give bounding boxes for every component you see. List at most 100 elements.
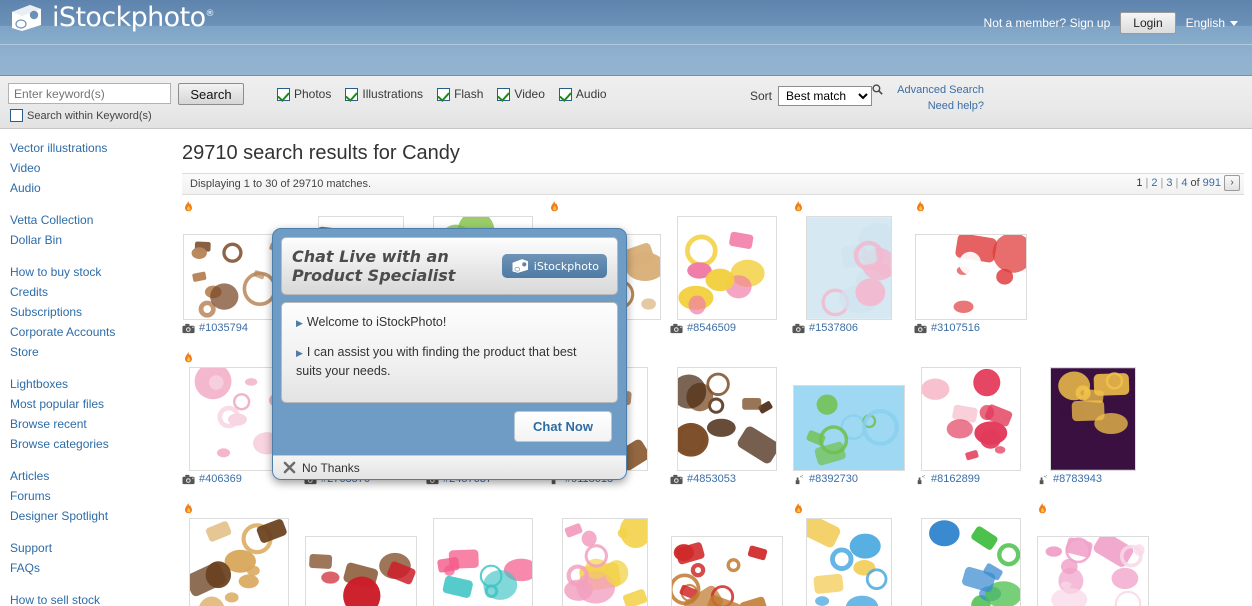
sidebar-item-faqs[interactable]: FAQs	[0, 558, 179, 578]
sidebar-item-articles[interactable]: Articles	[0, 466, 179, 486]
thumbnail-image[interactable]	[914, 234, 1027, 320]
sidebar-item-support[interactable]: Support	[0, 538, 179, 558]
sidebar-item-audio[interactable]: Audio	[0, 178, 179, 198]
thumbnail-id-link[interactable]: #1035794	[199, 322, 248, 334]
vector-pen-icon	[795, 474, 804, 484]
sidebar-item-designer-spotlight[interactable]: Designer Spotlight	[0, 506, 179, 526]
thumbnail-image[interactable]	[676, 367, 777, 471]
sidebar-item-subscriptions[interactable]: Subscriptions	[0, 302, 179, 322]
thumbnail-image[interactable]	[188, 518, 289, 606]
thumbnail-image-box[interactable]	[911, 503, 1030, 606]
search-within-checkbox[interactable]	[10, 109, 23, 122]
sort-select[interactable]: Best match	[778, 86, 873, 106]
thumbnail-image[interactable]	[805, 518, 892, 606]
thumbnail-id-link[interactable]: #4853053	[687, 473, 736, 485]
filter-illustrations[interactable]: Illustrations	[345, 87, 423, 101]
page-link-3[interactable]: 3	[1166, 177, 1172, 189]
thumbnail-image-box[interactable]	[911, 201, 1030, 320]
sidebar-item-browse-categories[interactable]: Browse categories	[0, 434, 179, 454]
filter-flash-label: Flash	[454, 87, 484, 101]
filter-audio[interactable]: Audio	[558, 87, 607, 101]
advanced-search-link[interactable]: Advanced Search	[897, 84, 984, 96]
checkbox-illustrations[interactable]	[345, 87, 359, 101]
thumbnail-image[interactable]	[920, 367, 1021, 471]
sidebar-item-most-popular-files[interactable]: Most popular files	[0, 394, 179, 414]
hot-flame-icon	[795, 201, 802, 212]
page-link-4[interactable]: 4	[1181, 177, 1187, 189]
thumbnail-image[interactable]	[561, 518, 648, 606]
site-logo[interactable]: iStockphoto®	[8, 2, 215, 33]
thumbnail-image[interactable]	[676, 216, 777, 320]
sidebar-item-store[interactable]: Store	[0, 342, 179, 362]
filter-flash[interactable]: Flash	[437, 87, 483, 101]
checkbox-audio[interactable]	[558, 87, 572, 101]
thumbnail-image[interactable]	[1049, 367, 1136, 471]
sidebar-item-lightboxes[interactable]: Lightboxes	[0, 374, 179, 394]
page-link-2[interactable]: 2	[1151, 177, 1157, 189]
thumbnail-cell: #8783943	[1033, 352, 1155, 503]
thumbnail-image-box[interactable]	[301, 503, 420, 606]
thumbnail-id-link[interactable]: #8392730	[809, 473, 858, 485]
thumbnail-cell: #8392730	[789, 352, 911, 503]
thumbnail-image-box[interactable]	[667, 201, 786, 320]
thumbnail-id-link[interactable]: #8783943	[1053, 473, 1102, 485]
thumbnail-id-link[interactable]: #8162899	[931, 473, 980, 485]
thumbnail-image[interactable]	[1036, 536, 1149, 606]
thumbnail-image-box[interactable]	[667, 503, 786, 606]
search-input[interactable]	[8, 83, 171, 104]
filter-photos[interactable]: Photos	[277, 87, 331, 101]
thumbnail-artwork	[921, 519, 1020, 606]
signup-link[interactable]: Not a member? Sign up	[984, 16, 1111, 30]
thumbnail-cell: #1537806	[789, 201, 911, 352]
thumbnail-image-box[interactable]	[1033, 352, 1152, 471]
thumbnail-image-box[interactable]	[789, 503, 908, 606]
thumbnail-image-box[interactable]	[667, 352, 786, 471]
checkbox-flash[interactable]	[437, 87, 451, 101]
sidebar-item-forums[interactable]: Forums	[0, 486, 179, 506]
thumbnail-id-link[interactable]: #8546509	[687, 322, 736, 334]
sidebar-divider	[0, 250, 179, 262]
checkbox-video[interactable]	[497, 87, 511, 101]
thumbnail-image-box[interactable]	[423, 503, 542, 606]
thumbnail-image[interactable]	[920, 518, 1021, 606]
thumbnail-image[interactable]	[304, 536, 417, 606]
search-button[interactable]: Search	[178, 83, 244, 105]
thumbnail-image-box[interactable]	[789, 201, 908, 320]
sidebar-item-vector-illustrations[interactable]: Vector illustrations	[0, 138, 179, 158]
thumbnail-image[interactable]	[805, 216, 892, 320]
checkbox-photos[interactable]	[277, 87, 290, 101]
sidebar-divider	[0, 362, 179, 374]
sidebar-item-corporate-accounts[interactable]: Corporate Accounts	[0, 322, 179, 342]
sidebar-item-video[interactable]: Video	[0, 158, 179, 178]
thumbnail-image-box[interactable]	[789, 352, 908, 471]
sidebar-item-how-to-sell-stock[interactable]: How to sell stock	[0, 590, 179, 606]
chat-message-text: I can assist you with finding the produc…	[296, 345, 577, 378]
sidebar-item-vetta-collection[interactable]: Vetta Collection	[0, 210, 179, 230]
page-link-last[interactable]: 991	[1203, 177, 1221, 189]
filter-video[interactable]: Video	[497, 87, 545, 101]
sidebar-item-browse-recent[interactable]: Browse recent	[0, 414, 179, 434]
thumbnail-id-link[interactable]: #406369	[199, 473, 242, 485]
thumbnail-id-link[interactable]: #1537806	[809, 322, 858, 334]
sidebar-item-credits[interactable]: Credits	[0, 282, 179, 302]
language-selector[interactable]: English	[1186, 16, 1238, 30]
thumbnail-image-box[interactable]	[545, 503, 664, 606]
thumbnail-image[interactable]	[792, 385, 905, 471]
thumbnail-id-link[interactable]: #3107516	[931, 322, 980, 334]
thumbnail-image[interactable]	[432, 518, 533, 606]
search-within-row[interactable]: Search within Keyword(s)	[10, 109, 152, 122]
sidebar-item-dollar-bin[interactable]: Dollar Bin	[0, 230, 179, 250]
sidebar-item-how-to-buy-stock[interactable]: How to buy stock	[0, 262, 179, 282]
no-thanks-label: No Thanks	[302, 460, 360, 475]
thumbnail-artwork	[677, 217, 776, 319]
thumbnail-image[interactable]	[670, 536, 783, 606]
need-help-link[interactable]: Need help?	[928, 100, 984, 112]
next-page-button[interactable]: ›	[1224, 175, 1240, 191]
thumbnail-image-box[interactable]	[1033, 503, 1152, 606]
chat-dialog-header: Chat Live with an Product Specialist iSt…	[281, 237, 618, 295]
thumbnail-image-box[interactable]	[911, 352, 1030, 471]
thumbnail-image-box[interactable]	[179, 503, 298, 606]
chat-now-button[interactable]: Chat Now	[514, 410, 612, 442]
no-thanks-button[interactable]: No Thanks	[273, 455, 626, 479]
login-button[interactable]: Login	[1120, 12, 1176, 34]
